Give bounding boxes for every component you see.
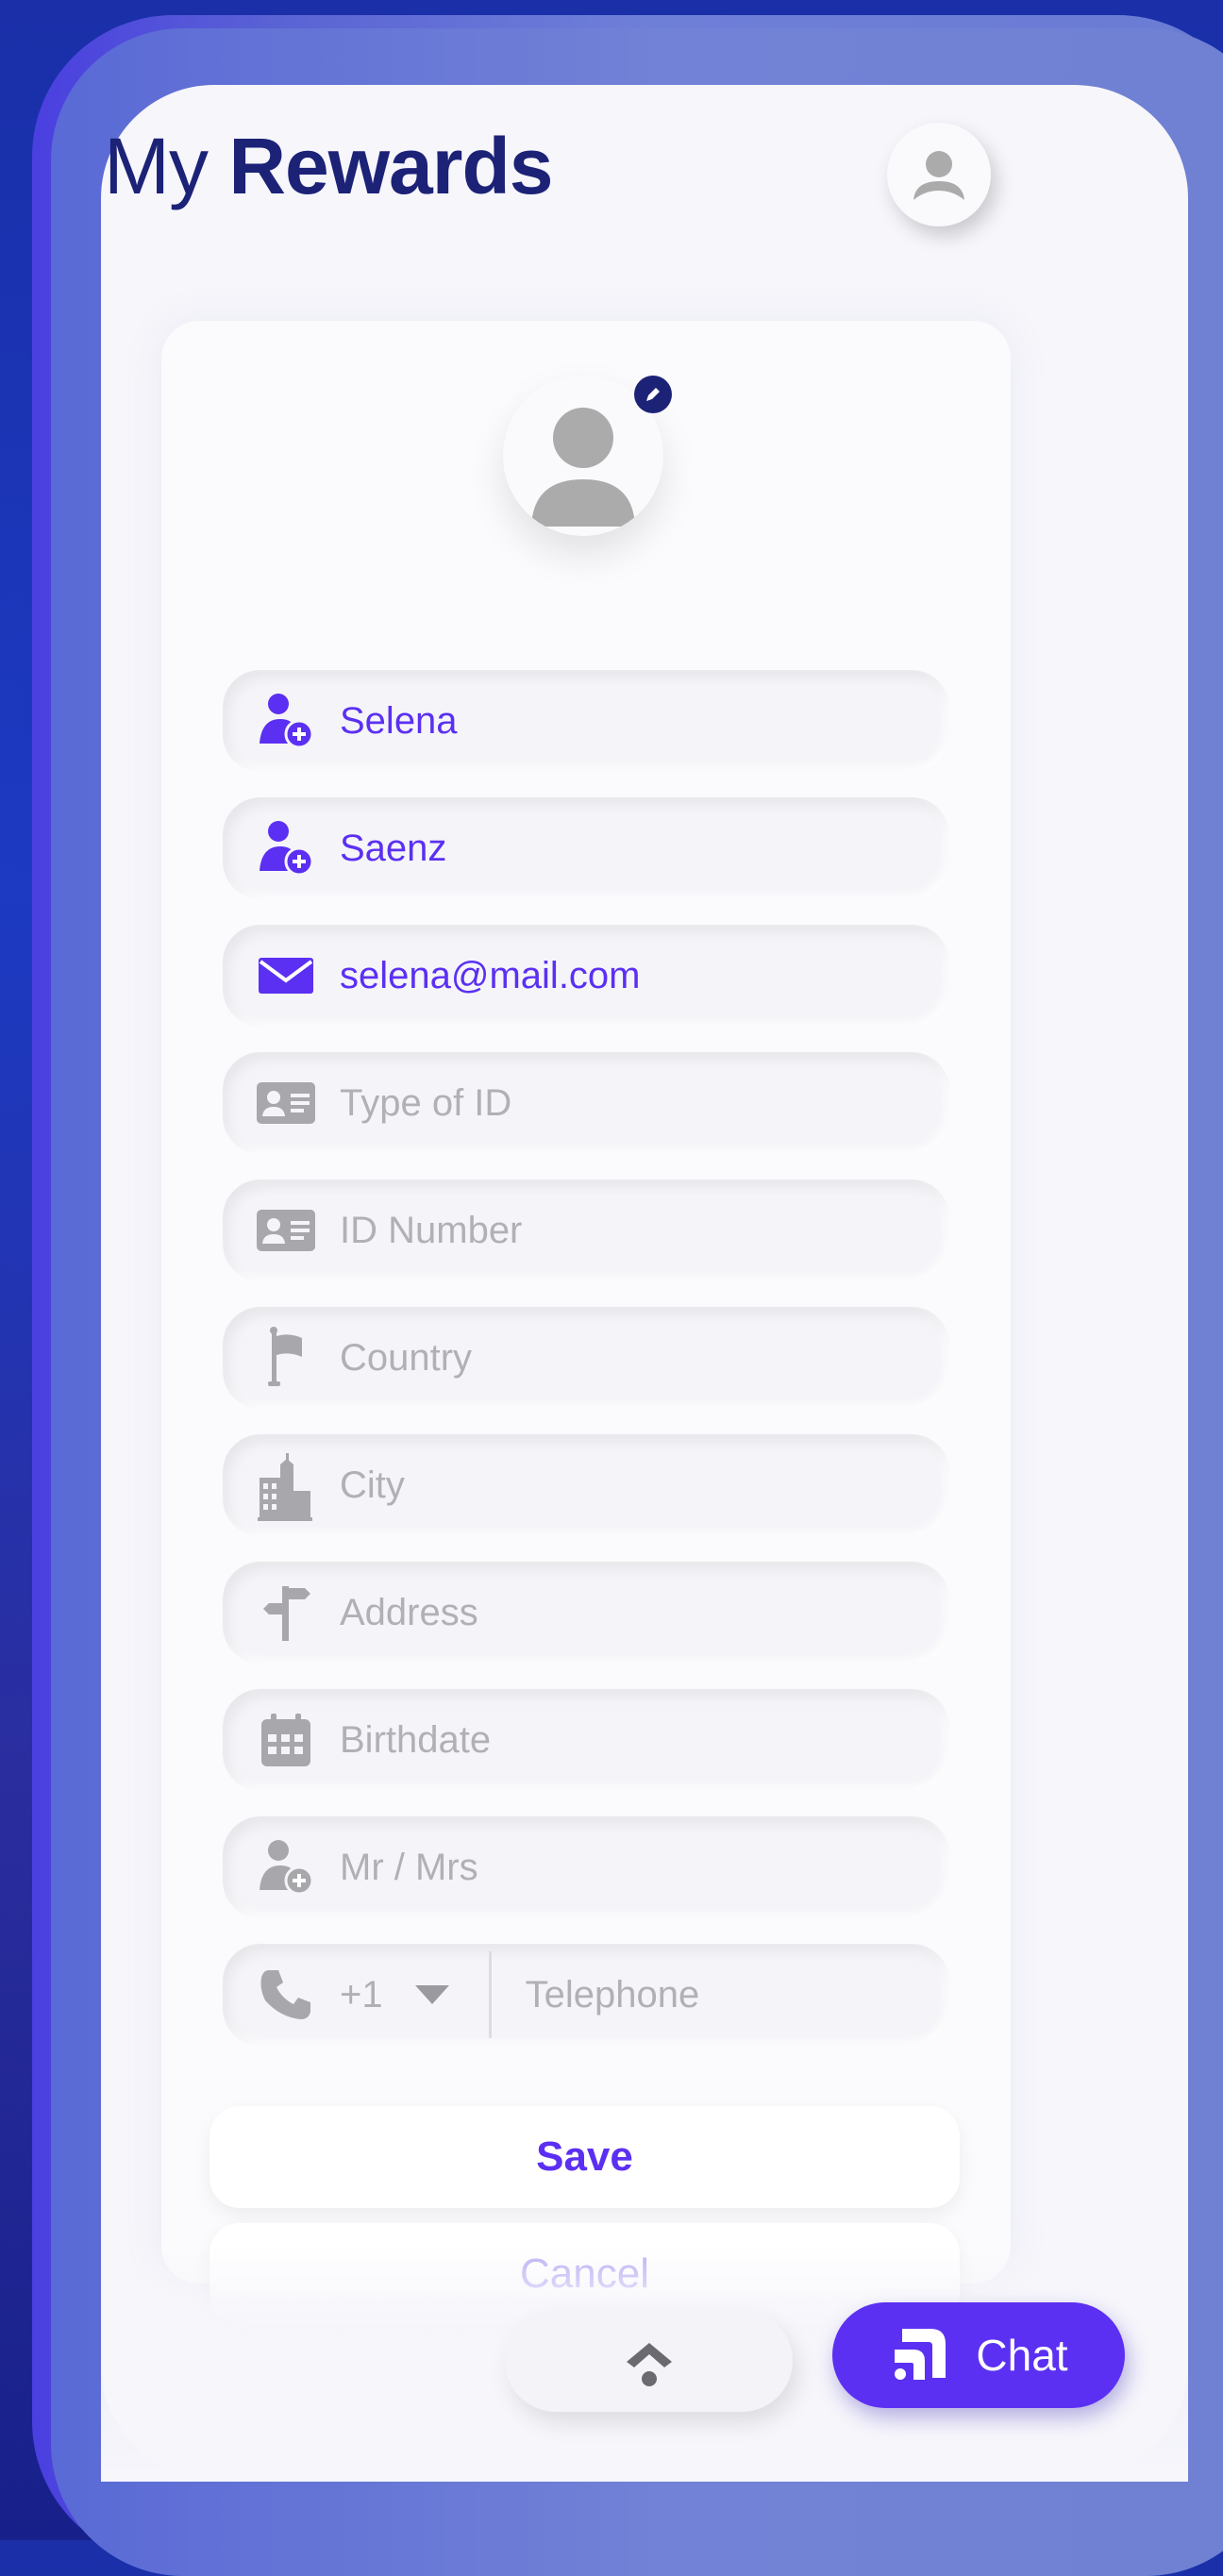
title-prefix: My bbox=[104, 122, 209, 210]
birthdate-placeholder: Birthdate bbox=[340, 1718, 492, 1761]
address-placeholder: Address bbox=[340, 1591, 478, 1633]
user-add-icon bbox=[253, 1834, 319, 1900]
id-card-icon bbox=[253, 1197, 319, 1263]
title-bold: Rewards bbox=[228, 122, 553, 210]
country-code-value: +1 bbox=[340, 1973, 383, 2016]
id-type-placeholder: Type of ID bbox=[340, 1081, 512, 1124]
scroll-to-top-button[interactable] bbox=[505, 2310, 793, 2412]
first-name-field[interactable]: Selena bbox=[223, 670, 949, 772]
id-type-field[interactable]: Type of ID bbox=[223, 1052, 949, 1154]
building-icon bbox=[253, 1452, 319, 1521]
last-name-field[interactable]: Saenz bbox=[223, 797, 949, 899]
chat-label: Chat bbox=[976, 2331, 1068, 2380]
id-number-placeholder: ID Number bbox=[340, 1209, 523, 1251]
caret-down-icon bbox=[414, 1985, 449, 2004]
flag-icon bbox=[253, 1325, 319, 1391]
country-placeholder: Country bbox=[340, 1336, 473, 1379]
country-code-select[interactable]: +1 bbox=[340, 1974, 451, 2016]
envelope-icon bbox=[253, 943, 319, 1009]
chat-icon bbox=[895, 2329, 947, 2380]
user-add-icon bbox=[253, 815, 319, 881]
account-avatar-button[interactable] bbox=[887, 123, 991, 226]
first-name-value: Selena bbox=[340, 699, 458, 742]
title-placeholder: Mr / Mrs bbox=[340, 1846, 478, 1888]
country-field[interactable]: Country bbox=[223, 1307, 949, 1409]
birthdate-field[interactable]: Birthdate bbox=[223, 1689, 949, 1791]
user-add-icon bbox=[253, 688, 319, 754]
chat-button[interactable]: Chat bbox=[832, 2302, 1125, 2408]
signpost-icon bbox=[253, 1580, 319, 1646]
save-button[interactable]: Save bbox=[209, 2106, 960, 2208]
telephone-input[interactable]: Telephone bbox=[526, 1974, 700, 2016]
pencil-icon bbox=[646, 388, 660, 401]
last-name-value: Saenz bbox=[340, 827, 447, 869]
email-value: selena@mail.com bbox=[340, 954, 641, 996]
id-card-icon bbox=[253, 1070, 319, 1136]
id-number-field[interactable]: ID Number bbox=[223, 1179, 949, 1281]
edit-photo-button[interactable] bbox=[634, 376, 672, 413]
phone-divider bbox=[488, 1951, 492, 2038]
user-icon bbox=[913, 151, 964, 200]
chevron-up-icon bbox=[626, 2343, 672, 2386]
calendar-icon bbox=[253, 1707, 319, 1773]
address-field[interactable]: Address bbox=[223, 1562, 949, 1664]
phone-icon bbox=[253, 1962, 319, 2028]
city-placeholder: City bbox=[340, 1464, 405, 1506]
page-title: My Rewards bbox=[104, 121, 553, 212]
phone-field: +1 Telephone bbox=[223, 1944, 949, 2046]
email-field[interactable]: selena@mail.com bbox=[223, 925, 949, 1027]
city-field[interactable]: City bbox=[223, 1434, 949, 1536]
title-field[interactable]: Mr / Mrs bbox=[223, 1816, 949, 1918]
